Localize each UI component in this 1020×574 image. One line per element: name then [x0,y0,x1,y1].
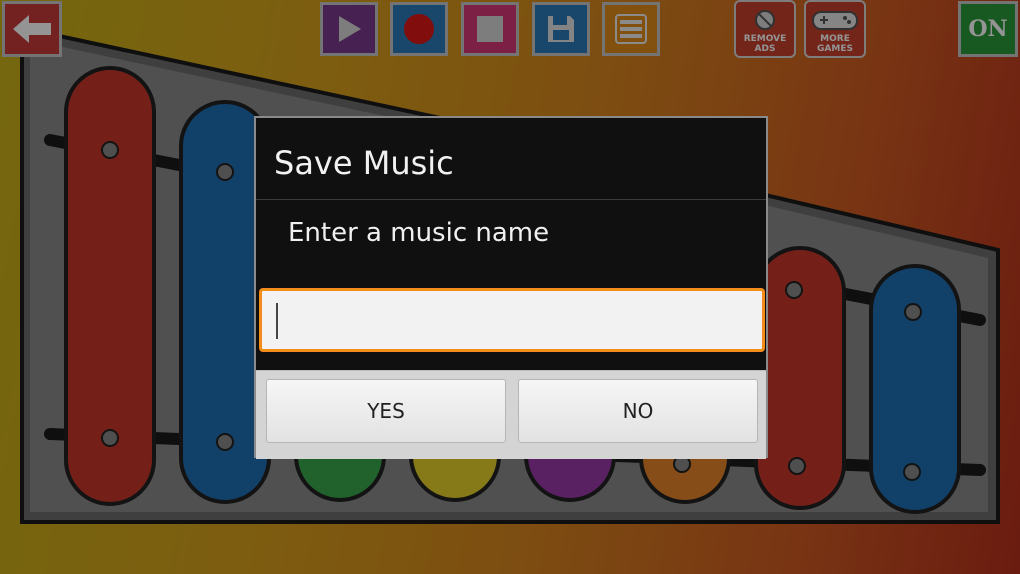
yes-button-label: YES [367,399,405,423]
dialog-title: Save Music [274,144,454,182]
yes-button[interactable]: YES [266,379,506,443]
no-button[interactable]: NO [518,379,758,443]
dialog-message: Enter a music name [288,218,550,248]
music-name-input[interactable] [259,288,765,352]
dialog-button-row: YES NO [256,370,766,459]
save-music-dialog: Save Music Enter a music name YES NO [254,116,768,459]
dialog-divider [256,199,766,200]
text-caret [276,303,278,339]
no-button-label: NO [622,399,654,423]
